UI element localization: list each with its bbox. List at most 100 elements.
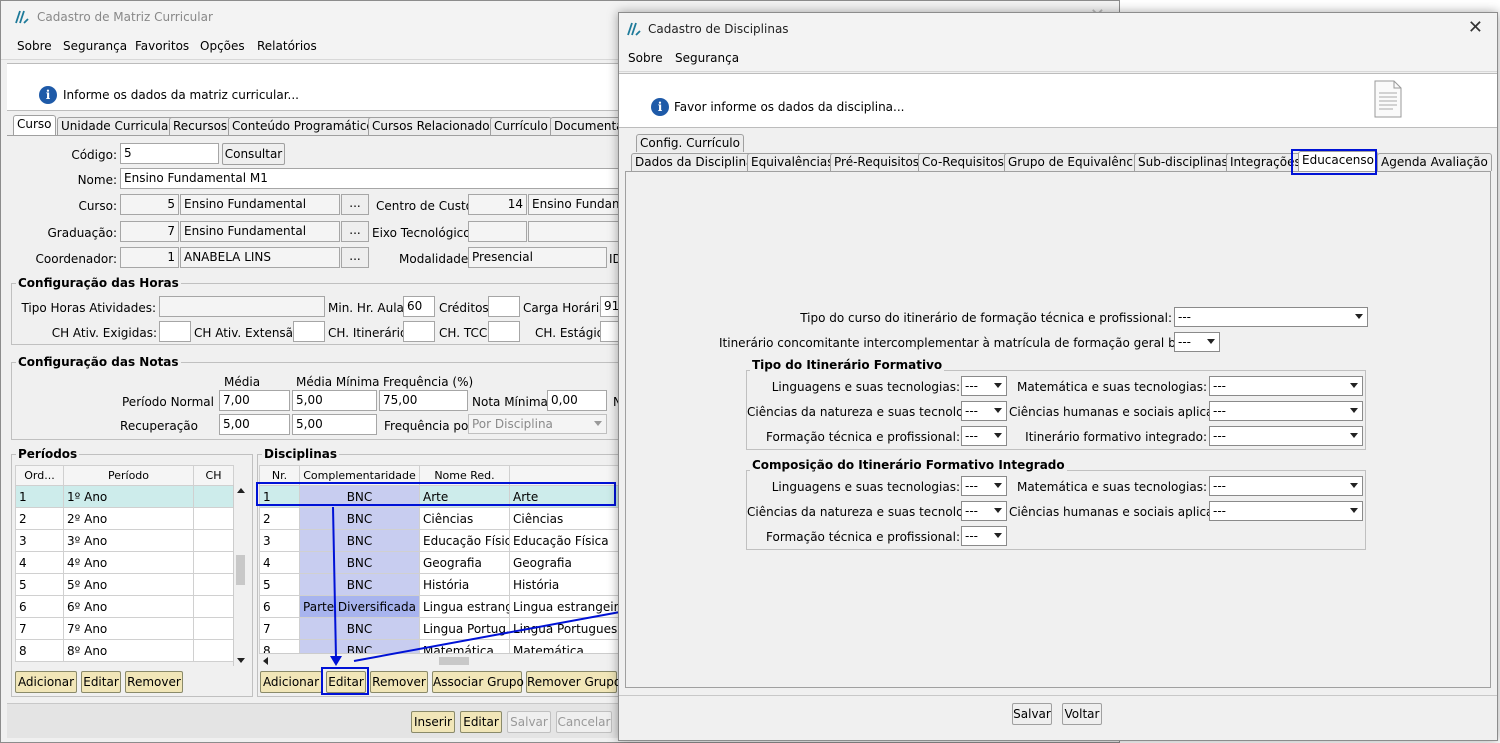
table-row[interactable]: 4 4º Ano bbox=[15, 551, 234, 574]
table-row[interactable]: 6 6º Ano bbox=[15, 595, 234, 618]
disciplinas-remover-button[interactable]: Remover bbox=[370, 671, 428, 693]
tab-sub-disciplinas[interactable]: Sub-disciplinas bbox=[1134, 153, 1232, 171]
disciplinas-hscrollbar[interactable] bbox=[259, 653, 621, 668]
periodos-remover-button[interactable]: Remover bbox=[125, 671, 183, 693]
periodos-editar-button[interactable]: Editar bbox=[81, 671, 121, 693]
dialog-voltar-button[interactable]: Voltar bbox=[1062, 703, 1102, 725]
scroll-left-icon[interactable] bbox=[263, 657, 268, 665]
salvar-button[interactable]: Salvar bbox=[507, 711, 551, 733]
col-ch[interactable]: CH bbox=[193, 465, 234, 486]
table-row[interactable]: 7 7º Ano bbox=[15, 617, 234, 640]
associar-grupo-button[interactable]: Associar Grupo bbox=[432, 671, 524, 693]
coordenador-id-field[interactable]: 1 bbox=[120, 247, 179, 268]
tab-dados-disciplina[interactable]: Dados da Disciplina bbox=[631, 153, 758, 171]
tab-pre-requisitos[interactable]: Pré-Requisitos bbox=[830, 153, 924, 171]
centro-custo-id-field[interactable]: 14 bbox=[468, 194, 527, 215]
pn-media-minima-field[interactable]: 5,00 bbox=[292, 390, 377, 411]
table-row[interactable]: 3 BNC Educação Física Educação Física bbox=[259, 529, 640, 552]
table-row[interactable]: 1 1º Ano bbox=[15, 485, 234, 508]
tab-grupo-equivalencia[interactable]: Grupo de Equivalência bbox=[1004, 153, 1148, 171]
menu-sobre[interactable]: Sobre bbox=[17, 39, 52, 53]
scroll-thumb[interactable] bbox=[236, 555, 245, 585]
tab-config-curriculo[interactable]: Config. Currículo bbox=[636, 134, 744, 152]
ti-humanas-select[interactable]: --- bbox=[1209, 401, 1363, 421]
tab-curso[interactable]: Curso bbox=[13, 115, 56, 135]
table-cell: 2º Ano bbox=[63, 507, 194, 530]
dialog-salvar-button[interactable]: Salvar bbox=[1012, 703, 1052, 725]
frequencia-por-select[interactable]: Por Disciplina bbox=[468, 414, 607, 434]
creditos-field[interactable] bbox=[488, 296, 520, 317]
dialog-close-icon[interactable]: ✕ bbox=[1468, 17, 1483, 38]
ci-humanas-select[interactable]: --- bbox=[1209, 501, 1363, 521]
coordenador-lookup-button[interactable]: ... bbox=[341, 247, 369, 268]
pn-frequencia-field[interactable]: 75,00 bbox=[379, 390, 468, 411]
tab-co-requisitos[interactable]: Co-Requisitos bbox=[918, 153, 1008, 171]
ci-linguagens-select[interactable]: --- bbox=[961, 476, 1007, 496]
min-aula-field[interactable]: 60 bbox=[403, 296, 435, 317]
table-row[interactable]: 2 BNC Ciências Ciências bbox=[259, 507, 640, 530]
disciplinas-adicionar-button[interactable]: Adicionar bbox=[260, 671, 322, 693]
dialog-menu-seguranca[interactable]: Segurança bbox=[675, 51, 739, 65]
codigo-field[interactable]: 5 bbox=[120, 143, 219, 164]
table-row[interactable]: 4 BNC Geografia Geografia bbox=[259, 551, 640, 574]
cancelar-button[interactable]: Cancelar bbox=[556, 711, 612, 733]
inserir-button[interactable]: Inserir bbox=[411, 711, 455, 733]
rec-media-minima-field[interactable]: 5,00 bbox=[292, 414, 377, 435]
ti-formacao-select[interactable]: --- bbox=[961, 426, 1007, 446]
table-row[interactable]: 6Parte DiversificadaLingua estrang...Lin… bbox=[259, 595, 640, 618]
eixo-id-field[interactable] bbox=[468, 221, 527, 242]
tab-curriculo[interactable]: Currículo bbox=[490, 117, 552, 135]
graduacao-lookup-button[interactable]: ... bbox=[341, 221, 369, 242]
concomitante-select[interactable]: --- bbox=[1174, 332, 1220, 352]
ch-exigidas-field[interactable] bbox=[159, 321, 191, 342]
periodos-scrollbar[interactable] bbox=[233, 485, 248, 666]
nota-minima-field[interactable]: 0,00 bbox=[547, 390, 607, 411]
curso-id-field[interactable]: 5 bbox=[120, 194, 179, 215]
graduacao-id-field[interactable]: 7 bbox=[120, 221, 179, 242]
table-row[interactable]: 2 2º Ano bbox=[15, 507, 234, 530]
tab-conteudo[interactable]: Conteúdo Programático bbox=[228, 117, 378, 135]
table-row[interactable]: 8 8º Ano bbox=[15, 639, 234, 662]
pn-media-field[interactable]: 7,00 bbox=[219, 390, 290, 411]
scroll-down-icon[interactable] bbox=[237, 658, 245, 663]
tipo-curso-select[interactable]: --- bbox=[1174, 307, 1368, 327]
col-ordem[interactable]: Ord... bbox=[15, 465, 64, 486]
table-row[interactable]: 3 3º Ano bbox=[15, 529, 234, 552]
menu-opcoes[interactable]: Opções bbox=[200, 39, 245, 53]
curso-lookup-button[interactable]: ... bbox=[341, 194, 369, 215]
table-row[interactable]: 5 BNC História História bbox=[259, 573, 640, 596]
menu-seguranca[interactable]: Segurança bbox=[63, 39, 127, 53]
ci-formacao-select[interactable]: --- bbox=[961, 526, 1007, 546]
menu-relatorios[interactable]: Relatórios bbox=[257, 39, 317, 53]
ti-integrado-select[interactable]: --- bbox=[1209, 426, 1363, 446]
rec-media-field[interactable]: 5,00 bbox=[219, 414, 290, 435]
ch-tcc-field[interactable] bbox=[488, 321, 520, 342]
tipo-horas-field[interactable] bbox=[159, 296, 325, 317]
menu-favoritos[interactable]: Favoritos bbox=[135, 39, 189, 53]
ti-matematica-select[interactable]: --- bbox=[1209, 376, 1363, 396]
remover-grupo-button[interactable]: Remover Grupo bbox=[526, 671, 621, 693]
ch-itinerario-field[interactable] bbox=[403, 321, 435, 342]
tab-unidade-curricular[interactable]: Unidade Curricular bbox=[57, 117, 178, 135]
periodos-adicionar-button[interactable]: Adicionar bbox=[15, 671, 77, 693]
table-cell: Lingua estrang... bbox=[419, 595, 510, 618]
table-row[interactable]: 5 5º Ano bbox=[15, 573, 234, 596]
tab-cursos-relacionados[interactable]: Cursos Relacionados bbox=[368, 117, 500, 135]
ch-extensao-field[interactable] bbox=[293, 321, 325, 342]
tab-equivalencias[interactable]: Equivalências bbox=[747, 153, 838, 171]
dialog-menu-sobre[interactable]: Sobre bbox=[628, 51, 663, 65]
editar-button[interactable]: Editar bbox=[460, 711, 502, 733]
tab-agenda-avaliacao[interactable]: Agenda Avaliação bbox=[1377, 153, 1492, 171]
consultar-button[interactable]: Consultar bbox=[222, 143, 285, 165]
ti-natureza-select[interactable]: --- bbox=[961, 401, 1007, 421]
table-row[interactable]: 7 BNC Lingua Portug... Lingua Portuguesa bbox=[259, 617, 640, 640]
nome-field[interactable]: Ensino Fundamental M1 bbox=[120, 168, 620, 189]
hscroll-thumb[interactable] bbox=[439, 657, 469, 665]
ti-linguagens-select[interactable]: --- bbox=[961, 376, 1007, 396]
ci-matematica-select[interactable]: --- bbox=[1209, 476, 1363, 496]
tab-recursos[interactable]: Recursos bbox=[169, 117, 232, 135]
ci-natureza-select[interactable]: --- bbox=[961, 501, 1007, 521]
modalidade-field[interactable]: Presencial bbox=[468, 247, 607, 268]
scroll-up-icon[interactable] bbox=[237, 488, 245, 493]
col-periodo[interactable]: Período bbox=[63, 465, 194, 486]
